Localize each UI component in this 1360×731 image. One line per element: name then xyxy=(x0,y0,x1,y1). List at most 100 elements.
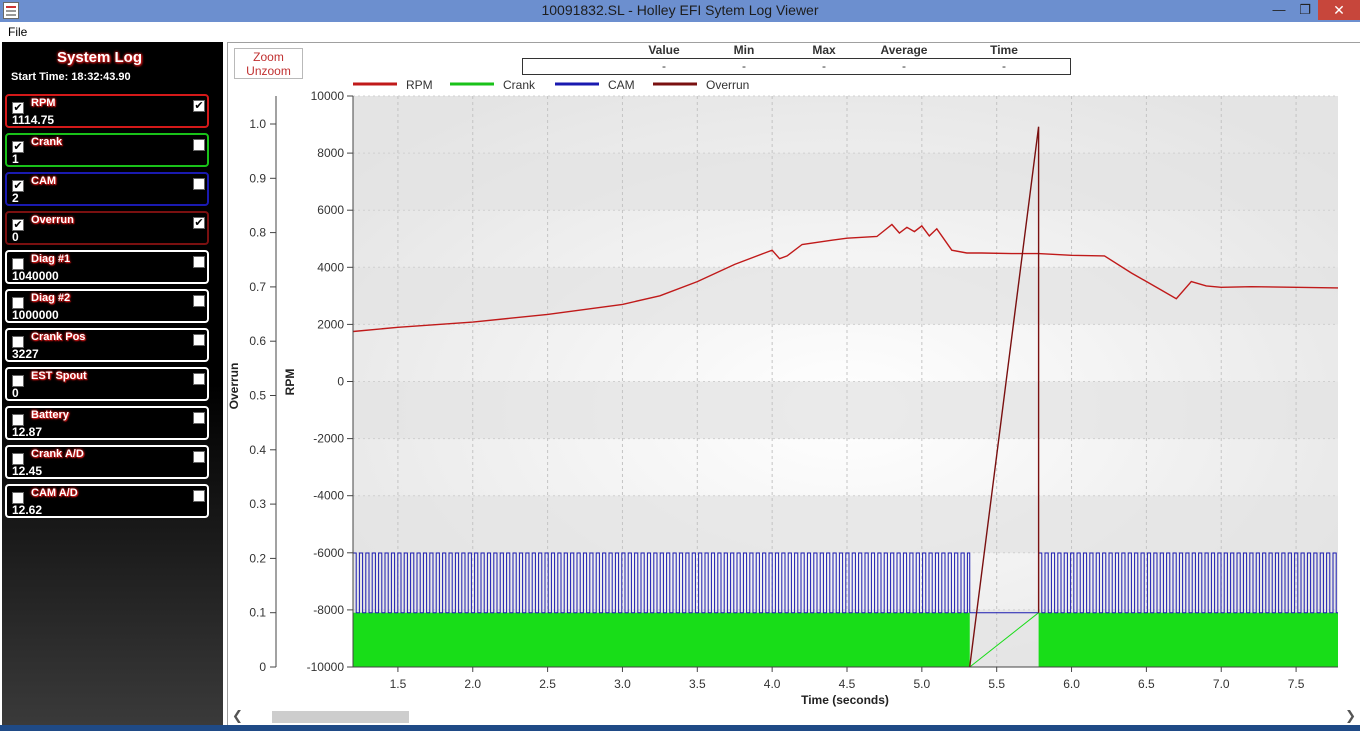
horizontal-scrollbar[interactable]: ❮ ❯ xyxy=(228,708,1360,725)
x-tick-label: 1.5 xyxy=(390,677,407,691)
left-tick-label: 0.4 xyxy=(249,443,266,457)
x-tick-label: 6.0 xyxy=(1063,677,1080,691)
channel-cam-a-d[interactable]: CAM A/D 12.62 xyxy=(5,484,209,518)
channel-name: Overrun xyxy=(31,214,74,226)
channel-plot-checkbox[interactable] xyxy=(193,412,205,424)
left-tick-label: 0.3 xyxy=(249,497,266,511)
channel-cam[interactable]: ✔ CAM 2 xyxy=(5,172,209,206)
channel-name: Crank A/D xyxy=(31,448,84,460)
right-tick-label: -6000 xyxy=(313,546,344,560)
channel-plot-checkbox[interactable] xyxy=(193,373,205,385)
channel-value: 1114.75 xyxy=(12,113,55,127)
x-tick-label: 3.5 xyxy=(689,677,706,691)
x-tick-label: 3.0 xyxy=(614,677,631,691)
x-tick-label: 6.5 xyxy=(1138,677,1155,691)
channel-crank-a-d[interactable]: Crank A/D 12.45 xyxy=(5,445,209,479)
right-tick-label: 0 xyxy=(337,375,344,389)
legend: RPM Crank CAM Overrun xyxy=(353,78,749,92)
minimize-button[interactable]: — xyxy=(1266,0,1292,20)
x-tick-label: 2.5 xyxy=(539,677,556,691)
channel-name: EST Spout xyxy=(31,370,87,382)
channel-name: Crank xyxy=(31,136,63,148)
channel-value: 2 xyxy=(12,191,19,205)
channel-plot-checkbox[interactable] xyxy=(193,178,205,190)
x-tick-label: 5.0 xyxy=(914,677,931,691)
channel-name: Battery xyxy=(31,409,69,421)
scroll-thumb[interactable] xyxy=(272,711,409,723)
start-time: Start Time: 18:32:43.90 xyxy=(11,71,131,83)
title-bar: 10091832.SL - Holley EFI Sytem Log Viewe… xyxy=(0,0,1360,22)
left-tick-label: 1.0 xyxy=(249,117,266,131)
x-tick-label: 2.0 xyxy=(464,677,481,691)
y-left-axis-title: Overrun xyxy=(227,363,241,410)
channel-value: 12.45 xyxy=(12,464,43,478)
channel-name: RPM xyxy=(31,97,56,109)
restore-button[interactable]: ❐ xyxy=(1292,0,1318,20)
x-tick-label: 7.0 xyxy=(1213,677,1230,691)
channel-crank[interactable]: ✔ Crank 1 xyxy=(5,133,209,167)
crank-fill xyxy=(353,612,970,667)
x-tick-label: 4.0 xyxy=(764,677,781,691)
x-axis-title: Time (seconds) xyxy=(801,693,889,707)
channel-name: CAM A/D xyxy=(31,487,78,499)
window-title: 10091832.SL - Holley EFI Sytem Log Viewe… xyxy=(541,2,819,18)
channel-value: 1 xyxy=(12,152,19,166)
left-tick-label: 0.9 xyxy=(249,171,266,185)
channel-plot-checkbox[interactable] xyxy=(193,295,205,307)
right-tick-label: -8000 xyxy=(313,603,344,617)
channel-rpm[interactable]: ✔ RPM 1114.75 ✔ xyxy=(5,94,209,128)
channel-plot-checkbox[interactable]: ✔ xyxy=(193,100,205,112)
channel-name: Diag #2 xyxy=(31,292,71,304)
channel-plot-checkbox[interactable] xyxy=(193,490,205,502)
legend-label: Overrun xyxy=(706,78,749,92)
channel-est-spout[interactable]: EST Spout 0 xyxy=(5,367,209,401)
right-tick-label: 2000 xyxy=(317,317,344,331)
channel-value: 1000000 xyxy=(12,308,59,322)
channel-diag-2[interactable]: Diag #2 1000000 xyxy=(5,289,209,323)
scroll-right-arrow[interactable]: ❯ xyxy=(1345,708,1356,724)
channel-diag-1[interactable]: Diag #1 1040000 xyxy=(5,250,209,284)
y-right-axis-title: RPM xyxy=(283,369,297,396)
close-button[interactable]: ✕ xyxy=(1318,0,1360,20)
grid-band xyxy=(353,153,1338,211)
channel-name: Crank Pos xyxy=(31,331,86,343)
channel-plot-checkbox[interactable] xyxy=(193,256,205,268)
channel-value: 12.87 xyxy=(12,425,43,439)
right-tick-label: -10000 xyxy=(307,660,345,674)
channel-plot-checkbox[interactable] xyxy=(193,334,205,346)
legend-label: RPM xyxy=(406,78,433,92)
channel-plot-checkbox[interactable] xyxy=(193,451,205,463)
right-tick-label: 10000 xyxy=(311,89,345,103)
left-tick-label: 0.8 xyxy=(249,226,266,240)
channel-name: CAM xyxy=(31,175,57,187)
left-tick-label: 0.2 xyxy=(249,551,266,565)
left-tick-label: 0.6 xyxy=(249,334,266,348)
left-tick-label: 0 xyxy=(259,660,266,674)
menu-bar: File xyxy=(0,22,1360,42)
grid-band xyxy=(353,495,1338,553)
channel-value: 1040000 xyxy=(12,269,59,283)
left-tick-label: 0.5 xyxy=(249,389,266,403)
right-tick-label: -4000 xyxy=(313,489,344,503)
channel-sidebar: System Log Start Time: 18:32:43.90 ✔ RPM 1… xyxy=(2,42,223,725)
crank-fill xyxy=(1038,612,1338,667)
channel-value: 3227 xyxy=(12,347,39,361)
menu-file[interactable]: File xyxy=(8,25,27,39)
channel-plot-checkbox[interactable]: ✔ xyxy=(193,217,205,229)
legend-label: CAM xyxy=(608,78,635,92)
channel-name: Diag #1 xyxy=(31,253,71,265)
channel-plot-checkbox[interactable] xyxy=(193,139,205,151)
right-tick-label: 6000 xyxy=(317,203,344,217)
grid-band xyxy=(353,267,1338,325)
system-log-title: System Log xyxy=(56,49,143,66)
channel-value: 0 xyxy=(12,386,19,400)
left-tick-label: 0.7 xyxy=(249,280,266,294)
left-tick-label: 0.1 xyxy=(249,606,266,620)
right-tick-label: 4000 xyxy=(317,260,344,274)
channel-battery[interactable]: Battery 12.87 xyxy=(5,406,209,440)
scroll-left-arrow[interactable]: ❮ xyxy=(232,708,243,724)
channel-overrun[interactable]: ✔ Overrun 0 ✔ xyxy=(5,211,209,245)
log-chart[interactable]: 1.0 0.9 0.8 0.7 0.6 0.5 0.4 0.3 0.2 0.1 0 10000 8000… xyxy=(227,42,1360,708)
channel-crank-pos[interactable]: Crank Pos 3227 xyxy=(5,328,209,362)
legend-label: Crank xyxy=(503,78,536,92)
